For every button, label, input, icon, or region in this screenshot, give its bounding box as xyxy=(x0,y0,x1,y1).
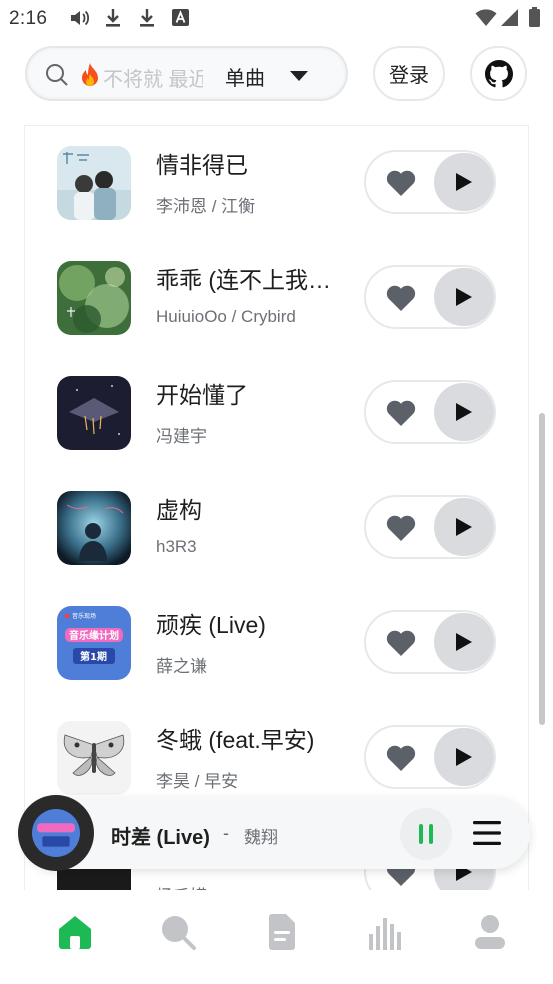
chevron-down-icon[interactable] xyxy=(289,70,309,82)
song-item[interactable]: 冬蛾 (feat.早安) 李昊 / 早安 xyxy=(25,701,528,801)
play-icon xyxy=(456,748,472,766)
song-item[interactable]: 音乐现场 音乐缘计划 第1期 顽疾 (Live) 薛之谦 xyxy=(25,586,528,686)
song-artist[interactable]: h3R3 xyxy=(156,537,197,557)
album-cover xyxy=(57,721,131,795)
album-cover xyxy=(57,261,131,335)
play-button[interactable] xyxy=(434,728,494,786)
home-icon[interactable] xyxy=(55,912,95,952)
play-icon xyxy=(456,173,472,191)
charts-icon[interactable] xyxy=(366,912,406,952)
download-icon xyxy=(106,9,120,27)
status-bar: 2:16 xyxy=(0,0,553,38)
song-actions xyxy=(364,725,496,789)
song-actions xyxy=(364,150,496,214)
fire-icon xyxy=(82,63,98,86)
play-button[interactable] xyxy=(434,498,494,556)
search-placeholder[interactable]: 不将就 最近 xyxy=(103,63,203,92)
song-item[interactable]: 虚构 h3R3 xyxy=(25,471,528,571)
bottom-nav xyxy=(0,890,553,984)
play-icon xyxy=(456,288,472,306)
song-item[interactable]: 情非得已 李沛恩 / 江衡 xyxy=(25,126,528,226)
pause-icon xyxy=(419,824,433,844)
song-list[interactable]: 情非得已 李沛恩 / 江衡 乖乖 (连不上我… HuiuioOo / Crybi… xyxy=(24,125,529,890)
heart-icon[interactable] xyxy=(386,630,416,656)
play-button[interactable] xyxy=(434,613,494,671)
song-artist[interactable]: 李沛恩 / 江衡 xyxy=(156,192,255,217)
playlist-icon[interactable] xyxy=(262,912,302,952)
song-title: 顽疾 (Live) xyxy=(156,612,266,638)
song-artist[interactable]: 李昊 / 早安 xyxy=(156,767,238,792)
play-icon xyxy=(456,518,472,536)
song-actions xyxy=(364,495,496,559)
album-cover: 音乐现场 音乐缘计划 第1期 xyxy=(57,606,131,680)
song-artist[interactable]: HuiuioOo / Crybird xyxy=(156,307,296,327)
song-title: 乖乖 (连不上我… xyxy=(156,267,332,293)
album-cover xyxy=(57,491,131,565)
search-bar[interactable]: 不将就 最近 单曲 xyxy=(25,46,348,101)
pause-button[interactable] xyxy=(400,808,452,860)
translate-icon xyxy=(172,9,189,26)
heart-icon[interactable] xyxy=(386,285,416,311)
status-time: 2:16 xyxy=(9,8,48,29)
battery-icon xyxy=(529,7,540,27)
profile-icon[interactable] xyxy=(470,912,510,952)
wifi-icon xyxy=(475,9,497,26)
play-button[interactable] xyxy=(434,383,494,441)
play-button[interactable] xyxy=(434,268,494,326)
song-item[interactable]: 开始懂了 冯建宇 xyxy=(25,356,528,456)
now-playing-bar[interactable]: 时差 (Live) - 魏翔 xyxy=(18,795,530,871)
song-actions xyxy=(364,610,496,674)
song-title: 开始懂了 xyxy=(156,382,248,408)
song-artist[interactable]: 杨千嬅 xyxy=(156,882,207,890)
song-title: 虚构 xyxy=(156,497,202,523)
album-cover xyxy=(57,146,131,220)
song-actions xyxy=(364,265,496,329)
download-icon xyxy=(140,9,154,27)
github-button[interactable] xyxy=(470,46,527,101)
heart-icon[interactable] xyxy=(386,515,416,541)
play-icon xyxy=(456,403,472,421)
github-icon xyxy=(484,59,513,87)
scrollbar[interactable] xyxy=(539,413,545,725)
now-playing-title: 时差 (Live) xyxy=(111,827,210,849)
volume-icon xyxy=(71,10,90,26)
heart-icon[interactable] xyxy=(386,745,416,771)
cover-text-top: 音乐现场 xyxy=(72,612,96,620)
album-cover xyxy=(57,376,131,450)
song-artist[interactable]: 冯建宇 xyxy=(156,422,207,447)
search-type-select[interactable]: 单曲 xyxy=(225,62,265,91)
song-actions xyxy=(364,380,496,444)
now-playing-artist: 魏翔 xyxy=(244,828,278,847)
cover-text-mid: 音乐缘计划 xyxy=(69,629,119,642)
signal-icon xyxy=(501,9,518,26)
play-button[interactable] xyxy=(434,153,494,211)
song-title: 冬蛾 (feat.早安) xyxy=(156,727,315,753)
now-playing-cover[interactable] xyxy=(18,795,94,871)
search-icon[interactable] xyxy=(158,912,198,952)
cover-text-bottom: 第1期 xyxy=(80,650,107,663)
login-button[interactable]: 登录 xyxy=(373,46,445,101)
play-icon xyxy=(456,633,472,651)
playlist-menu-icon[interactable] xyxy=(472,819,502,847)
song-item[interactable]: 乖乖 (连不上我… HuiuioOo / Crybird xyxy=(25,241,528,341)
song-title: 情非得已 xyxy=(156,152,248,178)
heart-icon[interactable] xyxy=(386,170,416,196)
search-icon xyxy=(46,64,68,86)
heart-icon[interactable] xyxy=(386,400,416,426)
now-playing-separator: - xyxy=(223,823,229,843)
song-artist[interactable]: 薛之谦 xyxy=(156,652,207,677)
